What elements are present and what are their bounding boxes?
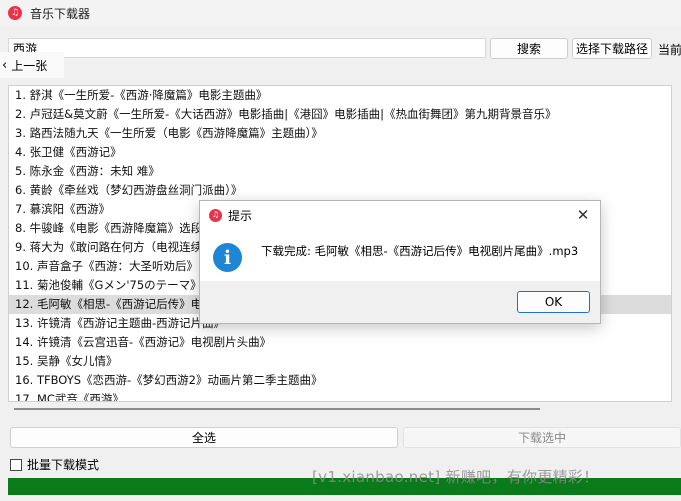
title-bar: ♫ 音乐下载器 bbox=[0, 0, 681, 26]
choose-download-path-button[interactable]: 选择下载路径 bbox=[572, 38, 652, 59]
watermark-text: [v1.xianbao.net] 新赚吧，有你更精彩！ bbox=[312, 468, 599, 486]
music-note-icon: ♫ bbox=[209, 208, 222, 222]
prev-page-button[interactable]: ‹ 上一张 bbox=[0, 52, 64, 78]
close-icon[interactable]: ✕ bbox=[574, 206, 592, 224]
checkbox-box[interactable] bbox=[10, 458, 22, 471]
search-input[interactable] bbox=[8, 38, 486, 58]
list-item[interactable]: 14. 许镜清《云宫迅音-《西游记》电视剧片头曲》 bbox=[9, 333, 671, 352]
horizontal-scrollbar[interactable] bbox=[14, 408, 540, 410]
list-item[interactable]: 16. TFBOYS《恋西游-《梦幻西游2》动画片第二季主题曲》 bbox=[9, 371, 671, 390]
prev-page-label: 上一张 bbox=[11, 58, 48, 73]
dialog-message: 下载完成: 毛阿敏《相思-《西游记后传》电视剧片尾曲》.mp3 bbox=[261, 244, 579, 258]
chevron-left-icon: ‹ bbox=[2, 57, 8, 73]
window-title: 音乐下载器 bbox=[30, 6, 91, 21]
list-item[interactable]: 1. 舒淇《一生所爱-《西游·降魔篇》电影主题曲》 bbox=[9, 86, 671, 105]
current-path-label: 当前 bbox=[658, 43, 681, 57]
music-note-icon: ♫ bbox=[8, 6, 22, 20]
select-all-button[interactable]: 全选 bbox=[10, 427, 398, 448]
list-item[interactable]: 17. MC武音《西游》 bbox=[9, 390, 671, 401]
dialog-title-bar: ♫ 提示 ✕ bbox=[200, 201, 600, 229]
search-button[interactable]: 搜索 bbox=[490, 38, 568, 59]
dialog-body: i 下载完成: 毛阿敏《相思-《西游记后传》电视剧片尾曲》.mp3 bbox=[200, 229, 600, 281]
list-item[interactable]: 3. 路西法随九天《一生所爱（电影《西游降魔篇》主题曲）》 bbox=[9, 124, 671, 143]
list-item[interactable]: 6. 黄龄《牵丝戏（梦幻西游盘丝洞门派曲）》 bbox=[9, 181, 671, 200]
list-item[interactable]: 5. 陈永金《西游：未知 难》 bbox=[9, 162, 671, 181]
list-item[interactable]: 2. 卢冠廷&莫文蔚《一生所爱-《大话西游》电影插曲|《港囧》电影插曲|《热血街… bbox=[9, 105, 671, 124]
list-item[interactable]: 4. 张卫健《西游记》 bbox=[9, 143, 671, 162]
list-item[interactable]: 15. 吴静《女儿情》 bbox=[9, 352, 671, 371]
batch-mode-label: 批量下载模式 bbox=[27, 458, 100, 472]
dialog-title: 提示 bbox=[228, 208, 253, 223]
download-complete-dialog: ♫ 提示 ✕ i 下载完成: 毛阿敏《相思-《西游记后传》电视剧片尾曲》.mp3… bbox=[199, 200, 601, 324]
dialog-footer: OK bbox=[200, 281, 600, 323]
download-selected-button[interactable]: 下载选中 bbox=[403, 427, 681, 448]
batch-mode-checkbox[interactable]: 批量下载模式 bbox=[10, 456, 99, 473]
info-icon: i bbox=[213, 243, 242, 272]
ok-button[interactable]: OK bbox=[517, 291, 590, 313]
